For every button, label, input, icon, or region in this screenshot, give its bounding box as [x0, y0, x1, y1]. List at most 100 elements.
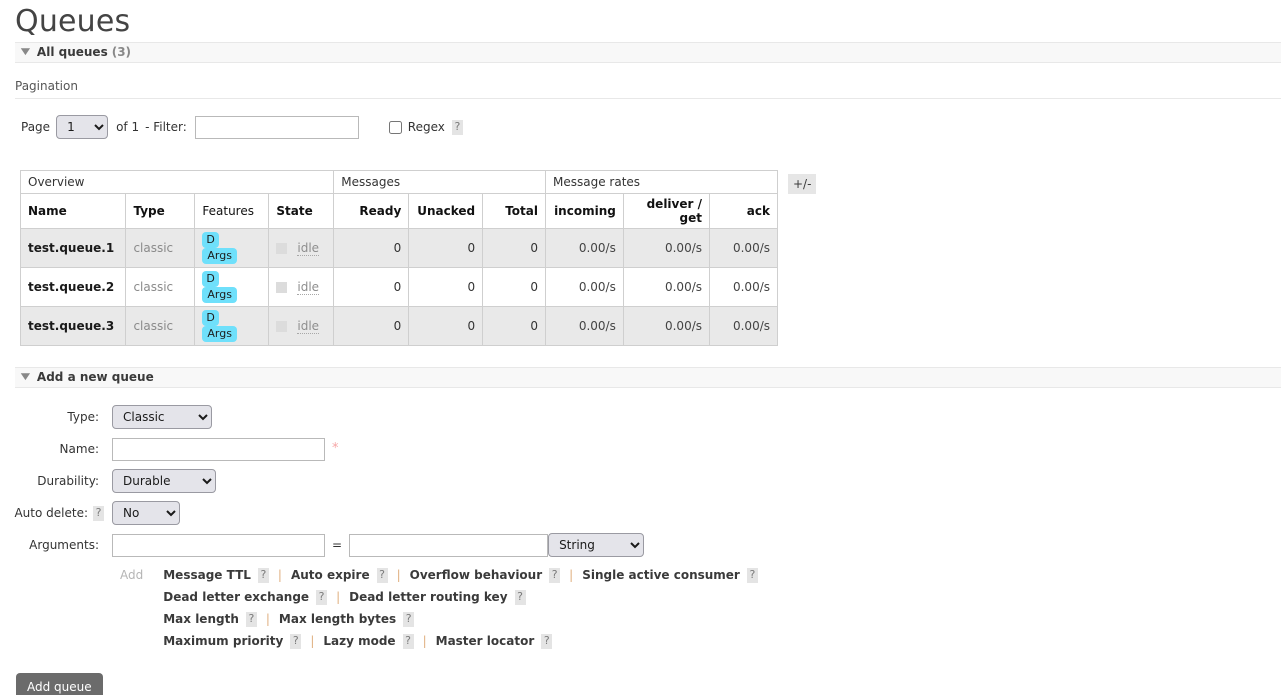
all-queues-count: (3)	[111, 45, 132, 59]
auto-delete-select[interactable]: NoYes	[112, 501, 180, 525]
add-argument-link[interactable]: Add	[120, 568, 143, 582]
column-header-name[interactable]: Name	[19, 193, 127, 229]
help-icon[interactable]: ?	[403, 611, 415, 627]
preset-link-message-ttl[interactable]: Message TTL	[163, 568, 251, 582]
preset-separator: |	[422, 634, 427, 648]
toggle-columns-button[interactable]: +/-	[788, 174, 817, 194]
queue-unacked-cell: 0	[408, 228, 484, 268]
filter-input[interactable]	[194, 115, 359, 139]
queue-type-cell: classic	[125, 306, 196, 346]
preset-link-max-length[interactable]: Max length	[163, 612, 239, 626]
preset-link-maximum-priority[interactable]: Maximum priority	[163, 634, 283, 648]
arguments-badge[interactable]: Args	[202, 248, 237, 264]
add-queue-section-header[interactable]: ▼ Add a new queue	[15, 367, 1281, 388]
durable-badge[interactable]: D	[202, 232, 219, 248]
form-row-durability: Durability: DurableTransient	[0, 468, 1281, 494]
add-queue-button[interactable]: Add queue	[16, 673, 103, 695]
arguments-badge[interactable]: Args	[202, 326, 237, 342]
preset-separator: |	[396, 568, 401, 582]
group-header-overview: Overview	[19, 170, 335, 194]
queue-incoming-rate-cell: 0.00/s	[545, 267, 624, 307]
pagination-controls: Page 1 of 1 - Filter: Regex ?	[15, 99, 1281, 139]
preset-link-max-length-bytes[interactable]: Max length bytes	[279, 612, 396, 626]
queue-unacked-cell: 0	[408, 267, 484, 307]
queue-type-select[interactable]: ClassicQuorumStream	[112, 405, 212, 429]
preset-link-lazy-mode[interactable]: Lazy mode	[323, 634, 395, 648]
form-row-type: Type: ClassicQuorumStream	[0, 404, 1281, 430]
queue-state-cell: idle	[268, 306, 335, 346]
queue-ready-cell: 0	[333, 228, 410, 268]
preset-link-auto-expire[interactable]: Auto expire	[291, 568, 370, 582]
state-indicator-icon	[276, 320, 288, 332]
queue-name-link[interactable]: test.queue.3	[28, 319, 114, 333]
form-row-auto-delete: Auto delete: ? NoYes	[0, 500, 1281, 526]
regex-help-icon[interactable]: ?	[451, 119, 463, 135]
group-header-row: Overview Messages Message rates	[19, 170, 778, 194]
preset-link-lines: Message TTL? | Auto expire? | Overflow behav…	[163, 564, 758, 652]
durability-select[interactable]: DurableTransient	[112, 469, 216, 493]
column-header-type[interactable]: Type	[125, 193, 196, 229]
preset-separator: |	[265, 612, 270, 626]
queue-ack-rate-cell: 0.00/s	[709, 306, 778, 346]
table-row: test.queue.2 classic DArgs idle 0 0 0 0.00/s 0.0…	[19, 267, 778, 307]
column-header-state[interactable]: State	[268, 193, 335, 229]
preset-link-dead-letter-exchange[interactable]: Dead letter exchange	[163, 590, 309, 604]
help-icon[interactable]: ?	[402, 633, 414, 649]
help-icon[interactable]: ?	[257, 567, 269, 583]
help-icon[interactable]: ?	[290, 633, 302, 649]
group-header-message-rates: Message rates	[545, 170, 778, 194]
type-label: Type:	[0, 410, 112, 424]
regex-checkbox[interactable]	[388, 120, 402, 134]
queues-table-body: test.queue.1 classic DArgs idle 0 0 0 0.00/s 0.0…	[19, 228, 778, 346]
help-icon[interactable]: ?	[514, 589, 526, 605]
queue-features-cell: DArgs	[194, 267, 270, 307]
help-icon[interactable]: ?	[746, 567, 758, 583]
arguments-label-text: Arguments:	[29, 538, 99, 552]
column-header-unacked[interactable]: Unacked	[408, 193, 484, 229]
all-queues-section-header[interactable]: ▼ All queues (3)	[15, 42, 1281, 63]
page-total-label: of 1	[116, 120, 140, 134]
preset-link-single-active-consumer[interactable]: Single active consumer	[582, 568, 740, 582]
help-icon[interactable]: ?	[376, 567, 388, 583]
argument-value-input[interactable]	[349, 533, 549, 557]
queue-name-cell: test.queue.1	[19, 228, 127, 268]
queue-unacked-cell: 0	[408, 306, 484, 346]
queue-name-link[interactable]: test.queue.1	[28, 241, 114, 255]
preset-link-dead-letter-routing-key[interactable]: Dead letter routing key	[349, 590, 507, 604]
preset-separator: |	[569, 568, 574, 582]
group-header-messages: Messages	[333, 170, 546, 194]
column-header-incoming[interactable]: incoming	[545, 193, 624, 229]
collapse-triangle-icon[interactable]: ▼	[21, 47, 30, 57]
argument-key-input[interactable]	[112, 533, 325, 557]
durability-label-text: Durability:	[37, 474, 99, 488]
arguments-badge[interactable]: Args	[202, 287, 237, 303]
page-select[interactable]: 1	[56, 115, 109, 139]
help-icon[interactable]: ?	[549, 567, 561, 583]
argument-type-select[interactable]: StringNumberBooleanList	[548, 533, 645, 557]
preset-link-master-locator[interactable]: Master locator	[436, 634, 535, 648]
state-text: idle	[297, 319, 320, 335]
column-header-total[interactable]: Total	[482, 193, 546, 229]
collapse-triangle-icon[interactable]: ▼	[21, 372, 30, 382]
column-header-ack[interactable]: ack	[709, 193, 778, 229]
queue-type-cell: classic	[125, 228, 196, 268]
queue-name-input[interactable]	[112, 437, 325, 461]
column-header-ready[interactable]: Ready	[333, 193, 410, 229]
durable-badge[interactable]: D	[202, 271, 219, 287]
queue-state-cell: idle	[268, 267, 335, 307]
queue-name-cell: test.queue.3	[19, 306, 127, 346]
column-header-row: Name Type Features State Ready Unacked T…	[19, 193, 778, 229]
table-row: test.queue.3 classic DArgs idle 0 0 0 0.00/s 0.0…	[19, 306, 778, 346]
queue-name-link[interactable]: test.queue.2	[28, 280, 114, 294]
state-text: idle	[297, 241, 320, 257]
filter-label: - Filter:	[145, 120, 187, 134]
preset-separator: |	[277, 568, 282, 582]
form-row-name: Name: *	[0, 436, 1281, 462]
auto-delete-help-icon[interactable]: ?	[93, 505, 104, 521]
help-icon[interactable]: ?	[541, 633, 553, 649]
durable-badge[interactable]: D	[202, 310, 219, 326]
help-icon[interactable]: ?	[245, 611, 257, 627]
help-icon[interactable]: ?	[316, 589, 328, 605]
column-header-deliver-get[interactable]: deliver / get	[622, 193, 711, 229]
preset-link-overflow-behaviour[interactable]: Overflow behaviour	[410, 568, 543, 582]
